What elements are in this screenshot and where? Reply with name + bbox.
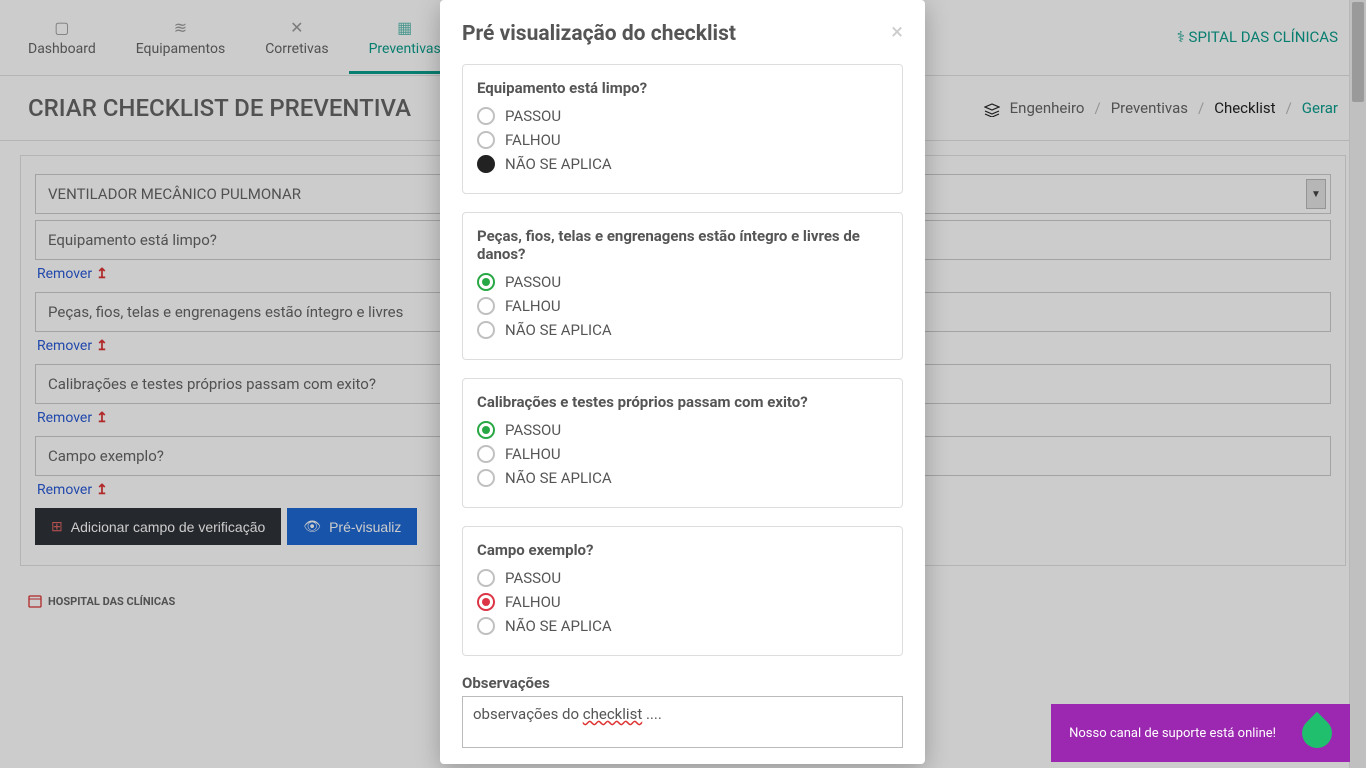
checklist-preview-modal: Pré visualização do checklist × Equipame… (440, 0, 925, 764)
option-pass[interactable]: PASSOU (477, 107, 888, 125)
modal-title: Pré visualização do checklist (462, 22, 736, 46)
question-block: Campo exemplo? PASSOU FALHOU NÃO SE APLI… (462, 526, 903, 656)
question-text: Equipamento está limpo? (477, 79, 888, 97)
option-fail[interactable]: FALHOU (477, 445, 888, 463)
question-text: Calibrações e testes próprios passam com… (477, 393, 888, 411)
radio-icon (477, 593, 495, 611)
radio-icon (477, 273, 495, 291)
radio-icon (477, 569, 495, 587)
option-na[interactable]: NÃO SE APLICA (477, 155, 888, 173)
question-block: Equipamento está limpo? PASSOU FALHOU NÃ… (462, 64, 903, 194)
option-pass[interactable]: PASSOU (477, 273, 888, 291)
option-fail[interactable]: FALHOU (477, 297, 888, 315)
radio-icon (477, 131, 495, 149)
question-block: Peças, fios, telas e engrenagens estão í… (462, 212, 903, 360)
question-text: Peças, fios, telas e engrenagens estão í… (477, 227, 888, 263)
option-fail[interactable]: FALHOU (477, 593, 888, 611)
option-na[interactable]: NÃO SE APLICA (477, 617, 888, 635)
leaf-icon (1296, 712, 1338, 754)
radio-icon (477, 107, 495, 125)
observations-textarea[interactable]: observações do checklist .... (462, 696, 903, 748)
option-na[interactable]: NÃO SE APLICA (477, 469, 888, 487)
observations-label: Observações (462, 674, 903, 692)
close-icon[interactable]: × (891, 22, 903, 44)
option-pass[interactable]: PASSOU (477, 421, 888, 439)
option-pass[interactable]: PASSOU (477, 569, 888, 587)
radio-icon (477, 155, 495, 173)
radio-icon (477, 297, 495, 315)
support-widget[interactable]: Nosso canal de suporte está online! (1051, 704, 1350, 762)
radio-icon (477, 617, 495, 635)
question-text: Campo exemplo? (477, 541, 888, 559)
radio-icon (477, 321, 495, 339)
option-fail[interactable]: FALHOU (477, 131, 888, 149)
support-text: Nosso canal de suporte está online! (1069, 726, 1276, 741)
radio-icon (477, 469, 495, 487)
radio-icon (477, 421, 495, 439)
question-block: Calibrações e testes próprios passam com… (462, 378, 903, 508)
radio-icon (477, 445, 495, 463)
option-na[interactable]: NÃO SE APLICA (477, 321, 888, 339)
